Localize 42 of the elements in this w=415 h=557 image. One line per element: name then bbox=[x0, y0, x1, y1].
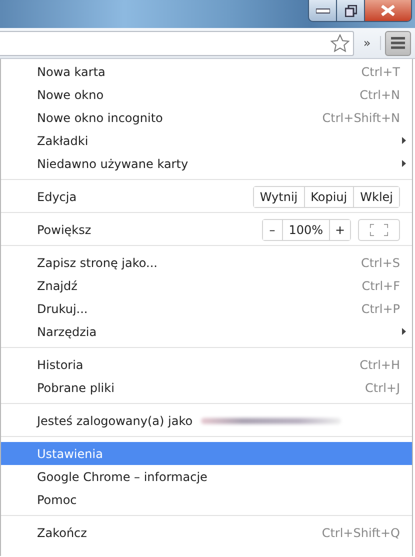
menu-item[interactable]: Drukuj... bbox=[37, 302, 88, 316]
submenu-arrow-icon bbox=[402, 137, 406, 144]
submenu-item[interactable]: Narzędzia bbox=[37, 324, 97, 338]
close-icon bbox=[381, 5, 395, 16]
edit-label: Edycja bbox=[37, 190, 77, 204]
menu-item[interactable]: Pobrane pliki bbox=[37, 380, 114, 394]
menu-item[interactable]: Nowa karta bbox=[37, 64, 106, 78]
shortcut-label: Ctrl+Shift+Q bbox=[322, 526, 400, 540]
zoom-label: Powiększ bbox=[37, 222, 92, 236]
shortcut-label: Ctrl+Shift+N bbox=[322, 110, 400, 124]
menu-item[interactable]: Google Chrome – informacje bbox=[37, 470, 208, 484]
edit-button[interactable]: Wytnij bbox=[254, 186, 305, 206]
fullscreen-icon bbox=[370, 224, 388, 236]
menu-item[interactable]: Zapisz stronę jako... bbox=[37, 256, 158, 270]
zoom-out-button[interactable]: – bbox=[262, 220, 283, 240]
shortcut-label: Ctrl+N bbox=[360, 88, 400, 102]
close-button[interactable] bbox=[365, 0, 411, 21]
shortcut-label: Ctrl+P bbox=[361, 302, 400, 316]
menu-item[interactable]: Zakończ bbox=[37, 526, 87, 540]
minimize-icon bbox=[316, 8, 330, 14]
menu-item[interactable]: Nowe okno bbox=[37, 88, 104, 102]
star-icon[interactable] bbox=[330, 34, 350, 52]
signed-in-label: Jesteś zalogowany(a) jako bbox=[37, 414, 193, 428]
submenu-arrow-icon bbox=[402, 160, 406, 167]
menu-item[interactable]: Pomoc bbox=[37, 492, 77, 506]
menu-button[interactable] bbox=[385, 30, 411, 56]
menu-item[interactable]: Znajdź bbox=[37, 278, 78, 292]
shortcut-label: Ctrl+J bbox=[365, 380, 400, 394]
overflow-chevron[interactable]: » bbox=[354, 36, 381, 50]
menu-icon bbox=[391, 37, 405, 49]
restore-icon bbox=[344, 4, 356, 16]
shortcut-label: Ctrl+S bbox=[360, 256, 400, 270]
shortcut-label: Ctrl+H bbox=[360, 358, 400, 372]
submenu-arrow-icon bbox=[402, 328, 406, 335]
submenu-item[interactable]: Zakładki bbox=[37, 134, 88, 148]
menu-item[interactable]: Historia bbox=[37, 358, 84, 372]
menu-item[interactable]: Nowe okno incognito bbox=[37, 110, 163, 124]
minimize-button[interactable] bbox=[309, 0, 337, 21]
submenu-item[interactable]: Niedawno używane karty bbox=[37, 156, 188, 170]
restore-button[interactable] bbox=[337, 0, 365, 21]
shortcut-label: Ctrl+T bbox=[361, 64, 400, 78]
shortcut-label: Ctrl+F bbox=[362, 278, 400, 292]
